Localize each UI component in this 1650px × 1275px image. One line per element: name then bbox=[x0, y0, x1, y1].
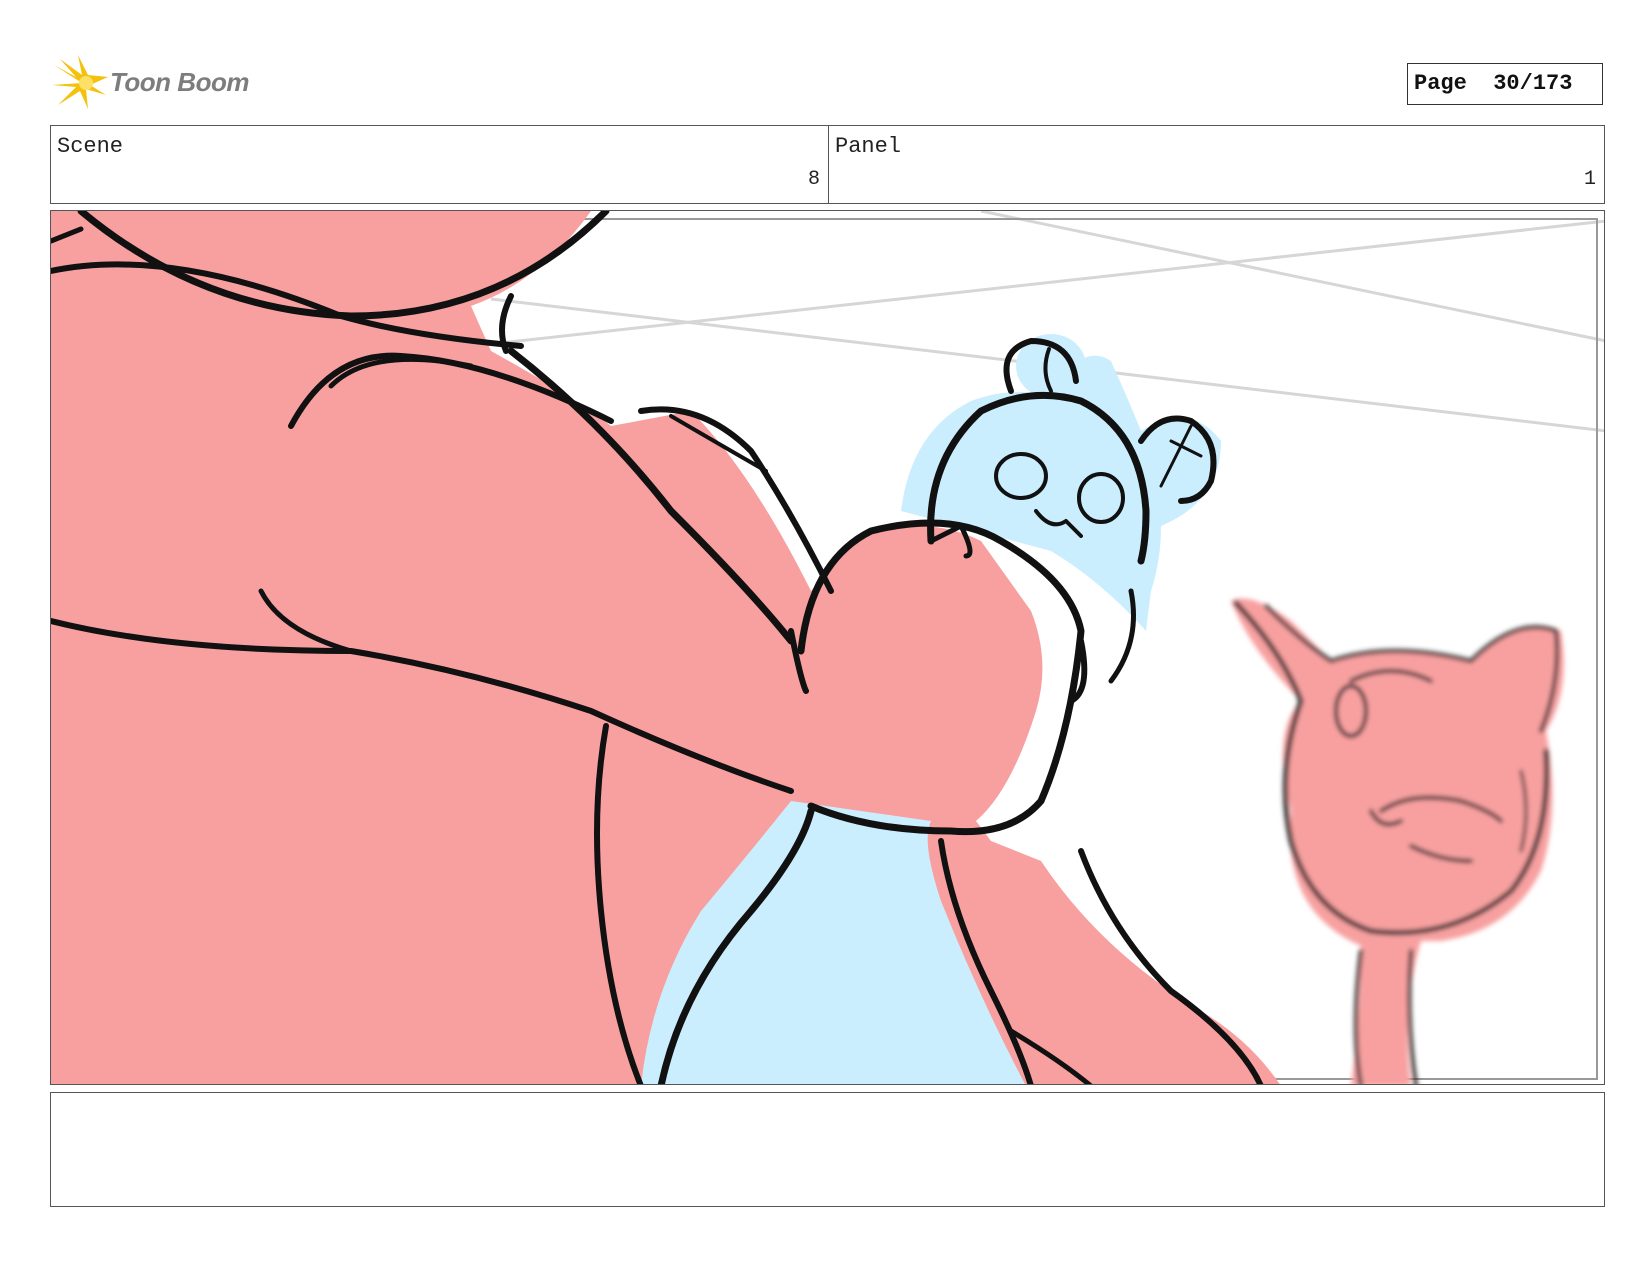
toon-boom-logo: Toon Boom bbox=[52, 55, 262, 113]
panel-notes-box bbox=[50, 1092, 1605, 1207]
starburst-icon bbox=[52, 55, 108, 109]
page-indicator: Page 30/173 bbox=[1407, 63, 1603, 105]
logo-wordmark: Toon Boom bbox=[110, 67, 249, 97]
scene-label: Scene bbox=[57, 134, 124, 159]
page-number: 30/173 bbox=[1493, 71, 1573, 96]
storyboard-panel-image bbox=[50, 210, 1605, 1085]
storyboard-header: Scene 8 Panel 1 bbox=[50, 125, 1605, 204]
sketch-drawing bbox=[51, 211, 1604, 1084]
panel-label: Panel bbox=[835, 134, 902, 159]
scene-cell: Scene 8 bbox=[51, 126, 829, 203]
page-label: Page bbox=[1414, 71, 1467, 96]
panel-number: 1 bbox=[1583, 168, 1596, 191]
panel-cell: Panel 1 bbox=[829, 126, 1604, 203]
scene-number: 8 bbox=[807, 168, 820, 191]
